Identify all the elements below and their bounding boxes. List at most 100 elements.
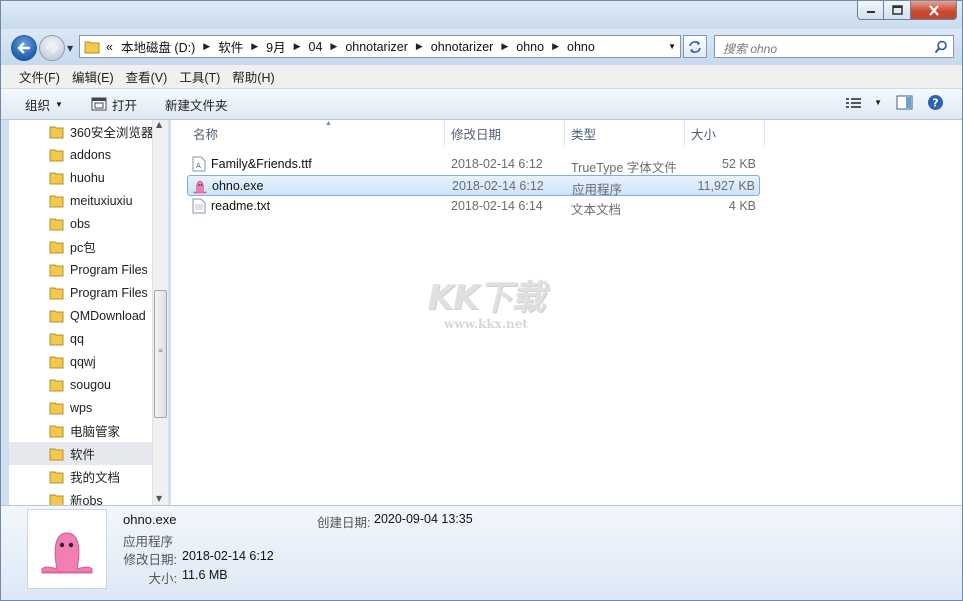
tree-item-label: 软件 bbox=[70, 448, 96, 462]
tree-item-label: QMDownload bbox=[70, 308, 146, 323]
column-header-size[interactable]: 大小 bbox=[685, 120, 765, 146]
organize-button[interactable]: 组织 ▼ bbox=[15, 93, 73, 115]
file-name: ohno.exe bbox=[212, 179, 264, 193]
tree-item[interactable]: qqwj bbox=[9, 350, 153, 373]
file-date: 2018-02-14 6:14 bbox=[451, 199, 543, 213]
tree-item-label: Program Files bbox=[70, 262, 148, 277]
maximize-button[interactable] bbox=[884, 1, 911, 20]
column-header-name[interactable]: 名称 ▲ bbox=[187, 120, 445, 146]
maximize-icon bbox=[891, 5, 903, 15]
tree-item[interactable]: meituxiuxiu bbox=[9, 189, 153, 212]
title-bar bbox=[1, 1, 962, 29]
address-bar[interactable]: « 本地磁盘 (D:) ▶ 软件 ▶ 9月 ▶ 04 ▶ ohnotarizer ▶ oh… bbox=[79, 35, 681, 58]
file-row[interactable]: A Family&Friends.ttf 2018-02-14 6:12 Tru… bbox=[187, 154, 760, 175]
chevron-right-icon[interactable]: ▶ bbox=[552, 41, 559, 52]
history-dropdown[interactable]: ▼ bbox=[67, 44, 73, 53]
menu-edit[interactable]: 编辑(E) bbox=[66, 67, 120, 86]
new-folder-button[interactable]: 新建文件夹 bbox=[155, 93, 238, 115]
column-header-date[interactable]: 修改日期 bbox=[445, 120, 565, 146]
folder-icon bbox=[49, 287, 64, 300]
menu-file[interactable]: 文件(F) bbox=[13, 67, 66, 86]
chevron-right-icon[interactable]: ▶ bbox=[251, 41, 258, 52]
close-button[interactable] bbox=[911, 1, 957, 20]
folder-icon bbox=[49, 264, 64, 277]
breadcrumb-04[interactable]: 04 bbox=[309, 40, 323, 54]
tree-item[interactable]: Program Files bbox=[9, 281, 153, 304]
open-label: 打开 bbox=[111, 98, 137, 113]
tree-item-selected[interactable]: 软件 bbox=[9, 442, 153, 465]
search-input[interactable]: 搜索 ohno bbox=[714, 35, 954, 58]
file-size: 4 KB bbox=[728, 199, 756, 213]
tree-item[interactable]: qq bbox=[9, 327, 153, 350]
chevron-right-icon[interactable]: ▶ bbox=[501, 41, 508, 52]
chevron-right-icon[interactable]: ▶ bbox=[330, 41, 337, 52]
tree-item[interactable]: huohu bbox=[9, 166, 153, 189]
breadcrumb-ohnotarizer-1[interactable]: ohnotarizer bbox=[345, 40, 408, 54]
preview-pane-icon[interactable] bbox=[896, 95, 913, 110]
menu-help[interactable]: 帮助(H) bbox=[226, 67, 280, 86]
file-row[interactable]: readme.txt 2018-02-14 6:14 文本文档 4 KB bbox=[187, 196, 760, 217]
help-icon[interactable]: ? bbox=[927, 94, 944, 111]
file-list[interactable]: 名称 ▲ 修改日期 类型 大小 A Family&Friends.ttf 2018… bbox=[171, 120, 962, 505]
chevron-right-icon[interactable]: ▶ bbox=[416, 41, 423, 52]
refresh-icon bbox=[689, 40, 701, 53]
explorer-window: ▼ « 本地磁盘 (D:) ▶ 软件 ▶ 9月 ▶ 04 ▶ ohnotarizer ▶ … bbox=[0, 0, 963, 601]
folder-icon bbox=[49, 310, 64, 323]
new-folder-label: 新建文件夹 bbox=[164, 98, 228, 113]
folder-icon bbox=[49, 471, 64, 484]
command-bar: 组织 ▼ 打开 新建文件夹 ▼ ? bbox=[1, 89, 962, 120]
view-options-button[interactable]: ▼ bbox=[846, 97, 882, 109]
scroll-thumb[interactable]: ≡ bbox=[154, 290, 167, 418]
folder-icon bbox=[49, 494, 64, 505]
open-button[interactable]: 打开 bbox=[81, 93, 147, 115]
folder-icon bbox=[49, 126, 64, 139]
tree-item[interactable]: Program Files bbox=[9, 258, 153, 281]
navigation-pane[interactable]: 360安全浏览器 addons huohu meituxiuxiu obs pc… bbox=[9, 120, 169, 505]
breadcrumb-ohno-1[interactable]: ohno bbox=[516, 40, 544, 54]
chevron-down-icon: ▼ bbox=[874, 98, 882, 107]
folder-icon bbox=[49, 241, 64, 254]
column-label: 名称 bbox=[193, 127, 219, 142]
arrow-right-icon bbox=[46, 42, 59, 54]
column-label: 大小 bbox=[691, 127, 717, 142]
back-button[interactable] bbox=[11, 35, 37, 61]
chevron-right-icon[interactable]: ▶ bbox=[203, 41, 210, 52]
file-row-selected[interactable]: ohno.exe 2018-02-14 6:12 应用程序 11,927 KB bbox=[187, 175, 760, 197]
tree-item[interactable]: wps bbox=[9, 396, 153, 419]
folder-icon bbox=[49, 448, 64, 461]
folder-icon bbox=[84, 41, 100, 54]
watermark-url: www.kkx.net bbox=[444, 317, 528, 331]
nav-scrollbar[interactable]: ▲ ≡ ▼ bbox=[152, 120, 168, 505]
scroll-up-arrow[interactable]: ▲ bbox=[156, 120, 162, 129]
chevron-right-icon[interactable]: ▶ bbox=[294, 41, 301, 52]
minimize-button[interactable] bbox=[857, 1, 884, 20]
breadcrumb-ohnotarizer-2[interactable]: ohnotarizer bbox=[431, 40, 494, 54]
tree-item[interactable]: 360安全浏览器 bbox=[9, 120, 153, 143]
tree-item[interactable]: sougou bbox=[9, 373, 153, 396]
tree-item[interactable]: pc包 bbox=[9, 235, 153, 258]
menu-tools[interactable]: 工具(T) bbox=[173, 67, 226, 86]
breadcrumb-overflow[interactable]: « bbox=[106, 40, 113, 54]
tree-item[interactable]: 新obs bbox=[9, 488, 153, 505]
column-header-type[interactable]: 类型 bbox=[565, 120, 685, 146]
tree-item[interactable]: addons bbox=[9, 143, 153, 166]
breadcrumb-drive[interactable]: 本地磁盘 (D:) bbox=[121, 37, 195, 56]
tree-item[interactable]: obs bbox=[9, 212, 153, 235]
forward-button[interactable] bbox=[39, 35, 65, 61]
sort-ascending-icon: ▲ bbox=[325, 120, 332, 127]
menu-view[interactable]: 查看(V) bbox=[120, 67, 174, 86]
breadcrumb-ohno-2[interactable]: ohno bbox=[567, 40, 595, 54]
breadcrumb-software[interactable]: 软件 bbox=[218, 37, 243, 56]
scroll-down-arrow[interactable]: ▼ bbox=[156, 494, 162, 503]
breadcrumb-september[interactable]: 9月 bbox=[266, 37, 285, 56]
tree-item[interactable]: 我的文档 bbox=[9, 465, 153, 488]
address-dropdown[interactable]: ▼ bbox=[668, 42, 676, 51]
refresh-button[interactable] bbox=[683, 35, 707, 58]
detail-file-name: ohno.exe bbox=[123, 512, 177, 527]
file-name: Family&Friends.ttf bbox=[211, 157, 312, 171]
tree-item-label: qq bbox=[70, 331, 84, 346]
file-date: 2018-02-14 6:12 bbox=[452, 179, 544, 193]
tree-item[interactable]: QMDownload bbox=[9, 304, 153, 327]
tree-item[interactable]: 电脑管家 bbox=[9, 419, 153, 442]
watermark-logo: KK下载 bbox=[427, 278, 546, 318]
